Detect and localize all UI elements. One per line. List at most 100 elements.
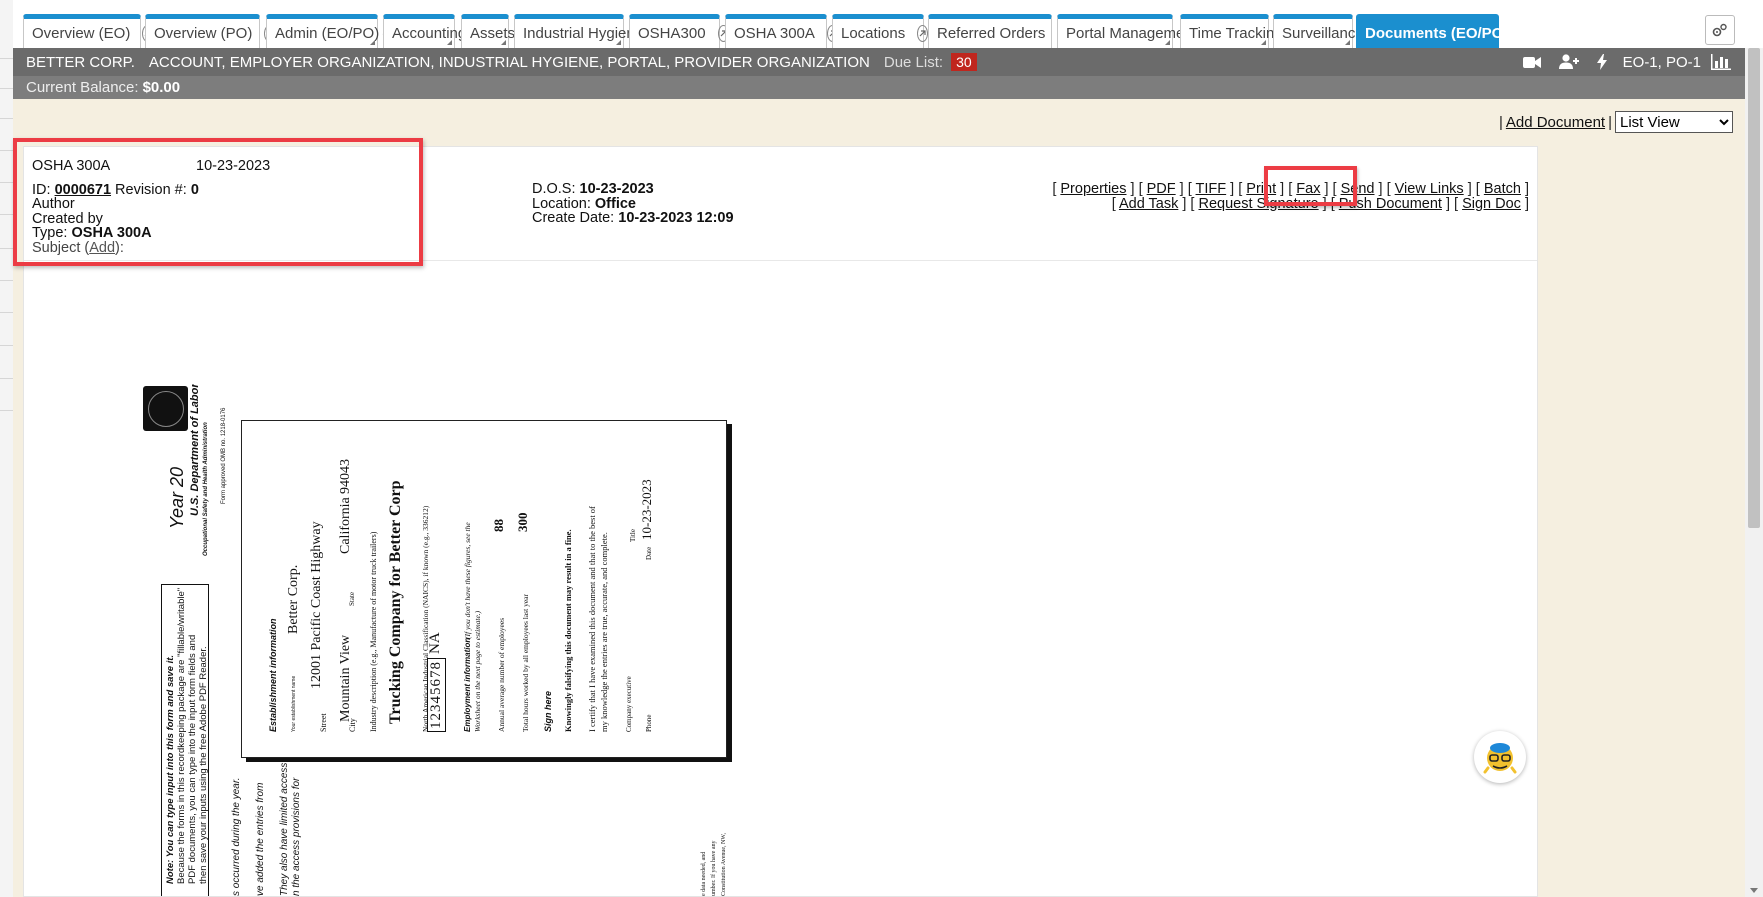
form-side-text: s occurred during the year. (231, 777, 242, 896)
tab-label: Admin (EO/PO) (275, 25, 380, 42)
tab-overview-po[interactable]: Overview (PO) (145, 14, 276, 48)
tab-osha300[interactable]: OSHA300 (629, 14, 729, 48)
form-dept: U.S. Department of Labor (189, 384, 201, 516)
view-mode-select[interactable]: List View (1615, 111, 1733, 133)
assistant-avatar-icon[interactable] (1474, 731, 1526, 783)
left-gutter (0, 0, 14, 897)
dol-seal-icon (143, 386, 188, 431)
hours-label: Total hours worked by all employees last… (521, 594, 530, 732)
form-note-title: Note: You can type input into this form … (165, 654, 176, 884)
tab-label: Assets (470, 25, 516, 42)
est-name: Better Corp. (286, 564, 301, 634)
form-note-line: PDF documents, you can type into the inp… (187, 634, 198, 884)
video-camera-icon[interactable] (1522, 56, 1541, 69)
title-label: Title (629, 529, 637, 542)
sign-doc-link[interactable]: Sign Doc (1462, 196, 1521, 212)
org-name[interactable]: BETTER CORP. (26, 54, 135, 71)
hours-value: 300 (515, 512, 530, 533)
module-tab-bar: Overview (EO)Overview (PO)Admin (EO/PO)(… (13, 0, 1745, 48)
lightning-icon[interactable] (1596, 54, 1607, 70)
due-list-count-badge[interactable]: 30 (951, 53, 977, 71)
naics-code: 12345678 (427, 658, 446, 732)
falsify-warning: Knowingly falsifying this document may r… (563, 529, 573, 732)
scrollbar-thumb[interactable] (1748, 48, 1760, 528)
dropdown-corner-icon (1345, 40, 1350, 45)
industry-label: Industry description (e.g., Manufacture … (369, 531, 378, 732)
toolbar-separator: | (1498, 113, 1503, 131)
tab-time-tracking[interactable]: Time Tracking (1180, 14, 1283, 48)
form-footer-text: umber. If you have any (711, 840, 717, 896)
form-footer-text: Constitution Avenue, NW, (721, 833, 727, 896)
due-list-label: Due List: (883, 53, 944, 71)
tab-label: Referred Orders (937, 25, 1046, 42)
open-external-icon[interactable] (917, 25, 929, 42)
dropdown-corner-icon (1165, 40, 1170, 45)
add-document-link[interactable]: Add Document (1506, 114, 1605, 131)
tab-accounting[interactable]: Accounting (383, 14, 466, 48)
org-roles: ACCOUNT, EMPLOYER ORGANIZATION, INDUSTRI… (148, 53, 870, 71)
phone-label: Phone (645, 714, 653, 733)
state-value: California (338, 497, 353, 554)
establishment-info-heading: Establishment information (268, 618, 278, 732)
tab-label: Portal Management (1066, 25, 1197, 42)
tab-label: OSHA300 (638, 25, 706, 42)
tab-referred-orders[interactable]: Referred Orders (928, 14, 1069, 48)
document-details: D.O.S: 10-23-2023 Location: Office Creat… (532, 182, 734, 226)
dropdown-corner-icon (370, 40, 375, 45)
add-task-link[interactable]: Add Task (1119, 196, 1178, 212)
state-label: State (348, 592, 356, 606)
dropdown-corner-icon (447, 40, 452, 45)
tab-industrial-hygiene[interactable]: Industrial Hygiene (514, 14, 643, 48)
dropdown-corner-icon (1261, 40, 1266, 45)
highlight-print-fax (1264, 166, 1357, 206)
tab-overview-eo[interactable]: Overview (EO) (23, 14, 154, 48)
account-header: BETTER CORP. ACCOUNT, EMPLOYER ORGANIZAT… (13, 48, 1745, 76)
tab-label: Overview (EO) (32, 25, 131, 42)
tab-count-badge: (3) (1511, 27, 1525, 40)
dropdown-corner-icon (616, 40, 621, 45)
street-value: 12001 Pacific Coast Highway (309, 521, 324, 689)
form-note-line: then save your inputs using the free Ado… (198, 646, 209, 884)
scroll-down-arrow-icon[interactable] (1750, 888, 1758, 893)
create-date-label: Create Date: (532, 210, 615, 226)
tab-admin-eo-po[interactable]: Admin (EO/PO)(3) (266, 14, 396, 48)
balance-label: Current Balance: (26, 79, 139, 96)
company-exec-label: Company executive (625, 676, 633, 732)
org-ids: EO-1, PO-1 (1622, 53, 1701, 71)
tab-settings-gear-icon[interactable] (1705, 15, 1735, 45)
industry-value: Trucking Company for Better Corp (387, 480, 404, 724)
street-label: Street (319, 713, 328, 732)
certify-text: I certify that I have examined this docu… (587, 506, 597, 732)
tab-osha-300a[interactable]: OSHA 300A (725, 14, 838, 48)
highlight-document-meta (13, 138, 423, 266)
bar-chart-icon[interactable] (1711, 54, 1731, 70)
zip-value: 94043 (338, 459, 353, 494)
documents-toolbar: | Add Document | List View (1499, 111, 1733, 133)
form-side-text: They also have limited access (279, 762, 290, 896)
tab-assets[interactable]: Assets (461, 14, 515, 48)
properties-link[interactable]: Properties (1060, 181, 1126, 197)
est-name-label: Your establishment name (291, 675, 297, 732)
tab-locations[interactable]: Locations (832, 14, 929, 48)
certify-text: my knowledge the entries are true, accur… (599, 532, 609, 732)
tab-label: Accounting (392, 25, 467, 42)
city-value: Mountain View (338, 634, 353, 722)
sign-date-value: 10-23-2023 (639, 479, 654, 540)
balance-value: $0.00 (142, 79, 181, 96)
employment-info-heading: Employment information (463, 637, 472, 732)
tab-surveillance[interactable]: Surveillance (1273, 14, 1364, 48)
page-scrollbar[interactable] (1745, 48, 1763, 897)
document-preview[interactable]: Year 20 U.S. Department of Labor Occupat… (133, 384, 743, 896)
avg-employees-label: Annual average number of employees (497, 617, 506, 732)
employment-info-note: (If you don't have these figures, see th… (463, 522, 472, 639)
add-user-icon[interactable] (1558, 54, 1579, 70)
form-note-line: Because the forms in this recordkeeping … (176, 587, 187, 884)
tab-documents-eo-po[interactable]: Documents (EO/PO) (3) (1356, 14, 1525, 48)
tab-label: OSHA 300A (734, 25, 815, 42)
tab-label: Locations (841, 25, 906, 42)
tab-label: Industrial Hygiene (523, 25, 644, 42)
tab-portal-management[interactable]: Portal Management (1057, 14, 1197, 48)
form-agency: Occupational Safety and Health Administr… (203, 422, 209, 556)
form-footer-text: e data needed, and (701, 851, 707, 896)
tab-label: Time Tracking (1189, 25, 1283, 42)
